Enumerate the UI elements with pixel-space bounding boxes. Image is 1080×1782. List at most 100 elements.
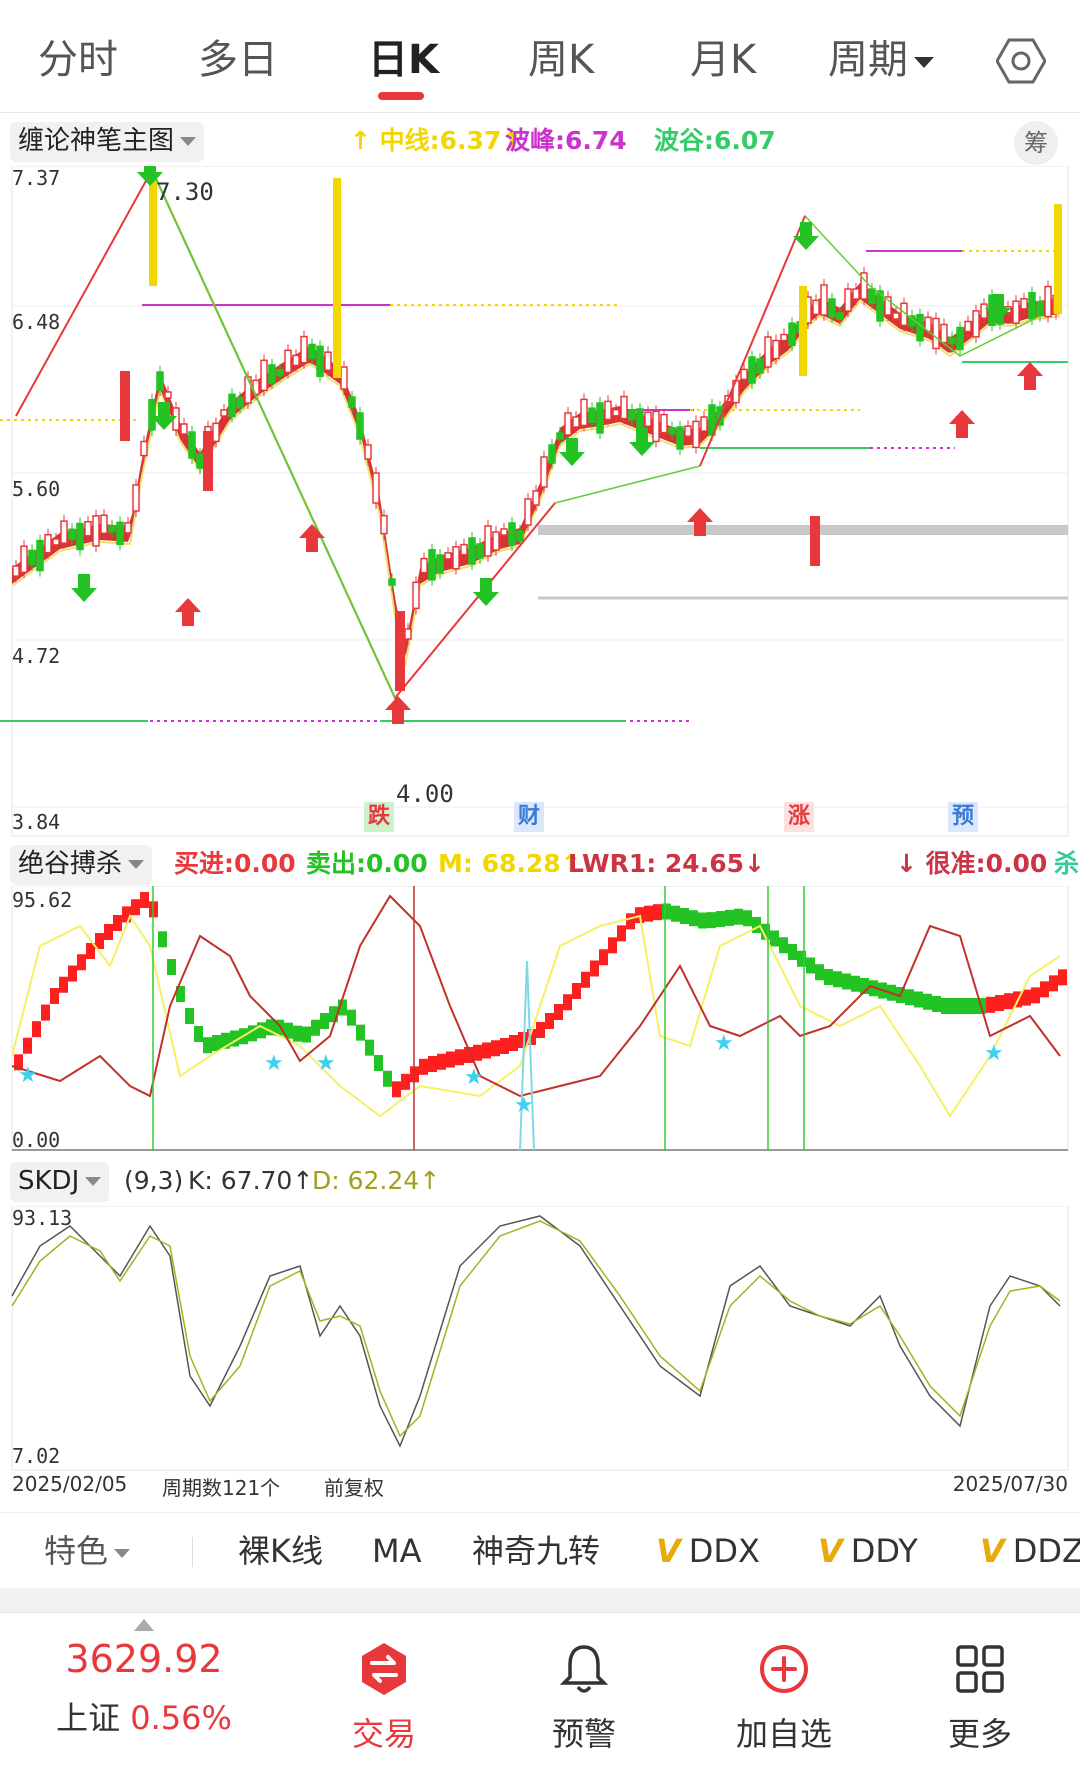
price-adjust-mode[interactable]: 前复权 (324, 1472, 384, 1501)
indicator-trough: 波谷:6.07 (654, 126, 776, 155)
candle-body (700, 416, 708, 432)
trend-block (302, 1026, 311, 1043)
toolbar-item-ddx[interactable]: V DDX (656, 1527, 760, 1575)
trend-block (743, 910, 752, 927)
indicator-peak: 波峰:6.74 (505, 126, 627, 155)
skdj-chart[interactable] (0, 1206, 1080, 1472)
sub-indicator-label-2: SKDJ (18, 1166, 80, 1196)
candle-body (964, 320, 972, 333)
trend-block (725, 909, 734, 926)
trend-block (716, 911, 725, 927)
candle-body (260, 359, 268, 392)
trend-block (545, 1013, 554, 1029)
candle-body (388, 578, 396, 586)
index-ticker[interactable]: 3629.92 上证 0.56% (44, 1613, 244, 1782)
more-button[interactable]: 更多 (880, 1613, 1080, 1782)
candle-body (148, 399, 156, 431)
sell-arrow-icon (71, 574, 97, 602)
candle-body (532, 490, 540, 506)
sub-indicator-selector-1[interactable]: 绝谷搏杀 (10, 845, 153, 885)
trend-block (383, 1070, 392, 1087)
candle-body (124, 522, 132, 534)
main-kline-chart[interactable] (0, 166, 1080, 838)
candle-body (12, 565, 20, 577)
candle-body (852, 288, 860, 300)
trend-block (356, 1024, 365, 1041)
candle-body (300, 335, 308, 364)
trend-block (986, 996, 995, 1013)
active-tab-indicator (378, 92, 424, 100)
candle-body (324, 351, 332, 371)
trend-block (446, 1051, 455, 1068)
vip-icon: V (818, 1532, 843, 1570)
tab-daily-k[interactable]: 日K (368, 30, 439, 90)
candle-body (524, 498, 532, 526)
trend-block (437, 1053, 446, 1070)
event-badge-finance[interactable]: 财 (514, 802, 545, 832)
toolbar-item-magic-nine[interactable]: 神奇九转 (472, 1527, 600, 1575)
trend-block (491, 1040, 500, 1057)
candle-body (932, 317, 940, 350)
sub-indicator-selector-2[interactable]: SKDJ (10, 1162, 110, 1202)
star-icon: ★ (18, 1063, 38, 1088)
candle-body (444, 552, 452, 560)
trend-block (167, 959, 176, 975)
candle-body (500, 528, 508, 536)
candle-body (36, 539, 44, 572)
toolbar-item-naked-k[interactable]: 裸K线 (238, 1527, 323, 1575)
alert-button[interactable]: 预警 (484, 1613, 684, 1782)
candle-body (412, 581, 420, 610)
candle-body (203, 431, 213, 491)
trend-block (113, 915, 122, 931)
event-badge-fall[interactable]: 跌 (364, 802, 395, 832)
event-badge-rise[interactable]: 涨 (784, 802, 815, 832)
candle-body (628, 409, 636, 421)
mid-y-max: 95.62 (12, 888, 73, 912)
toolbar-item-ddy[interactable]: V DDY (818, 1527, 918, 1575)
trend-block (1004, 993, 1013, 1010)
tab-period-label: 周期 (828, 37, 908, 83)
exchange-icon (362, 1643, 406, 1695)
chip-distribution-button[interactable]: 筹 (1014, 121, 1058, 165)
candle-body (268, 364, 276, 384)
tab-intraday[interactable]: 分时 (38, 30, 118, 90)
tab-monthly-k[interactable]: 月K (690, 30, 756, 90)
trend-block (644, 905, 653, 922)
candle-body (116, 521, 124, 546)
up-arrow-icon (134, 1619, 154, 1631)
skdj-y-max: 93.13 (12, 1206, 73, 1230)
index-change: 0.56% (130, 1699, 232, 1737)
add-watchlist-button[interactable]: 加自选 (684, 1613, 884, 1782)
candle-body (980, 303, 988, 319)
indicator-midline: ↑ 中线:6.37↑ (350, 126, 523, 155)
main-indicator-selector[interactable]: 缠论神笔主图 (10, 122, 205, 162)
trade-button[interactable]: 交易 (284, 1613, 484, 1782)
tab-multi-day[interactable]: 多日 (198, 30, 278, 90)
candle-body (868, 288, 876, 304)
toolbar-tese-dropdown[interactable]: 特色 (44, 1527, 131, 1575)
buy-arrow-icon (1017, 362, 1043, 390)
candle-body (348, 396, 356, 408)
candle-body (844, 288, 852, 312)
tab-period-dropdown[interactable]: 周期 (828, 30, 934, 90)
event-badge-forecast[interactable]: 预 (948, 802, 979, 832)
k-line (11, 1215, 1061, 1448)
candle-body (308, 343, 316, 360)
settings-icon[interactable] (996, 36, 1046, 86)
mid-indicator-chart[interactable]: ★ ★ ★ ★ ★ ★ ★ (0, 886, 1080, 1152)
candle-body (540, 456, 548, 488)
toolbar-item-ddz[interactable]: V DDZ (980, 1527, 1080, 1575)
toolbar-item-ma[interactable]: MA (372, 1527, 422, 1575)
candle-body (220, 409, 228, 417)
y-axis-max: 7.37 (12, 166, 61, 190)
candle-body (476, 543, 484, 559)
skdj-k-value: K: 67.70↑ (188, 1166, 314, 1195)
candle-body (788, 322, 796, 346)
trend-block (932, 996, 941, 1012)
candle-body (740, 368, 748, 381)
candle-body (564, 412, 572, 436)
tab-weekly-k[interactable]: 周K (528, 30, 594, 90)
candle-body (212, 422, 220, 443)
toolbar-divider (192, 1537, 193, 1567)
trend-block (968, 998, 977, 1014)
